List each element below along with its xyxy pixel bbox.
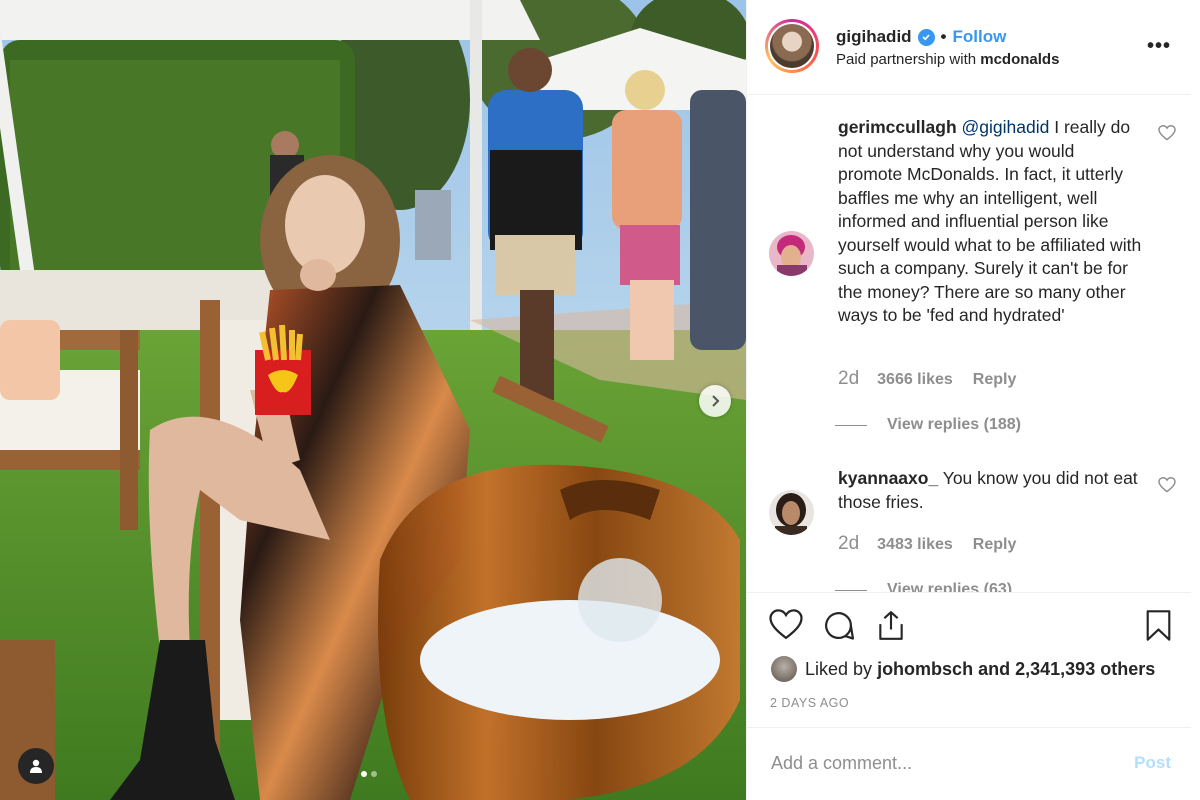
comment-text: gerimccullagh @gigihadid I really do not…: [838, 116, 1143, 328]
view-replies-button[interactable]: View replies (63): [835, 581, 1012, 592]
carousel-indicator: [361, 771, 377, 777]
post-actions: Liked by johombsch and 2,341,393 others …: [747, 592, 1191, 728]
post-photo[interactable]: [0, 0, 746, 800]
view-replies-line: [835, 424, 867, 426]
carousel-dot-active: [361, 771, 367, 777]
author-username[interactable]: gigihadid: [836, 27, 912, 47]
liker-username[interactable]: johombsch: [877, 659, 973, 679]
partner-link[interactable]: mcdonalds: [980, 51, 1059, 68]
liker-avatar[interactable]: [771, 656, 797, 682]
bookmark-icon[interactable]: [1145, 609, 1172, 642]
partnership-label: Paid partnership with: [836, 51, 977, 68]
comment-body: I really do not understand why you would…: [838, 117, 1142, 325]
reply-button[interactable]: Reply: [973, 536, 1017, 554]
likes-summary: Liked by johombsch and 2,341,393 others: [771, 656, 1155, 682]
reply-button[interactable]: Reply: [973, 371, 1017, 389]
comments-list[interactable]: gerimccullagh @gigihadid I really do not…: [747, 95, 1191, 592]
liked-and: and: [978, 658, 1011, 679]
comment-likes[interactable]: 3666 likes: [877, 371, 953, 389]
comment-meta: 2d 3483 likes Reply: [838, 533, 1036, 555]
follow-button[interactable]: Follow: [953, 27, 1007, 47]
tagged-users-button[interactable]: [18, 748, 54, 784]
liked-by-label: Liked by: [805, 658, 873, 679]
post-detail-panel: gigihadid • Follow Paid partnership with…: [746, 0, 1191, 800]
comment-meta: 2d 3666 likes Reply: [838, 368, 1036, 390]
comment-item: kyannaaxo_ You know you did not eat thos…: [747, 465, 1191, 592]
separator-dot: •: [940, 27, 947, 46]
likes-others-count[interactable]: 2,341,393 others: [1015, 659, 1155, 679]
view-replies-button[interactable]: View replies (188): [835, 416, 1021, 434]
comment-icon[interactable]: [822, 609, 855, 642]
comment-age: 2d: [838, 368, 860, 389]
author-row: gigihadid • Follow: [836, 27, 1006, 47]
photo-scene: [0, 0, 746, 800]
next-slide-button[interactable]: [699, 385, 731, 417]
comment-input[interactable]: [769, 747, 1103, 779]
view-replies-label: View replies (188): [887, 416, 1021, 433]
post-comment-button[interactable]: Post: [1134, 753, 1171, 773]
post-date[interactable]: 2 DAYS AGO: [770, 696, 849, 710]
comment-age: 2d: [838, 533, 860, 554]
user-tag-icon: [30, 759, 42, 773]
like-heart-icon[interactable]: [769, 609, 803, 640]
share-icon[interactable]: [875, 609, 907, 642]
comment-like-heart-icon[interactable]: [1158, 477, 1176, 493]
chevron-right-icon: [712, 395, 720, 407]
comment-text: kyannaaxo_ You know you did not eat thos…: [838, 467, 1143, 514]
comment-likes[interactable]: 3483 likes: [877, 536, 953, 554]
comment-avatar[interactable]: [769, 231, 814, 276]
more-options-button[interactable]: •••: [1147, 35, 1171, 58]
view-replies-line: [835, 589, 867, 591]
comment-mention[interactable]: @gigihadid: [962, 117, 1050, 137]
view-replies-label: View replies (63): [887, 581, 1013, 592]
add-comment-bar: Post: [747, 727, 1191, 800]
author-avatar[interactable]: [765, 19, 819, 73]
comment-item: gerimccullagh @gigihadid I really do not…: [747, 95, 1191, 465]
more-icon: •••: [1146, 35, 1171, 57]
comment-username[interactable]: kyannaaxo_: [838, 468, 938, 488]
comment-avatar[interactable]: [769, 490, 814, 535]
post-header: gigihadid • Follow Paid partnership with…: [747, 0, 1191, 95]
verified-badge-icon: [917, 28, 935, 46]
comment-username[interactable]: gerimccullagh: [838, 117, 957, 137]
partnership-line: Paid partnership with mcdonalds: [836, 51, 1059, 68]
comment-like-heart-icon[interactable]: [1158, 125, 1176, 141]
carousel-dot: [371, 771, 377, 777]
